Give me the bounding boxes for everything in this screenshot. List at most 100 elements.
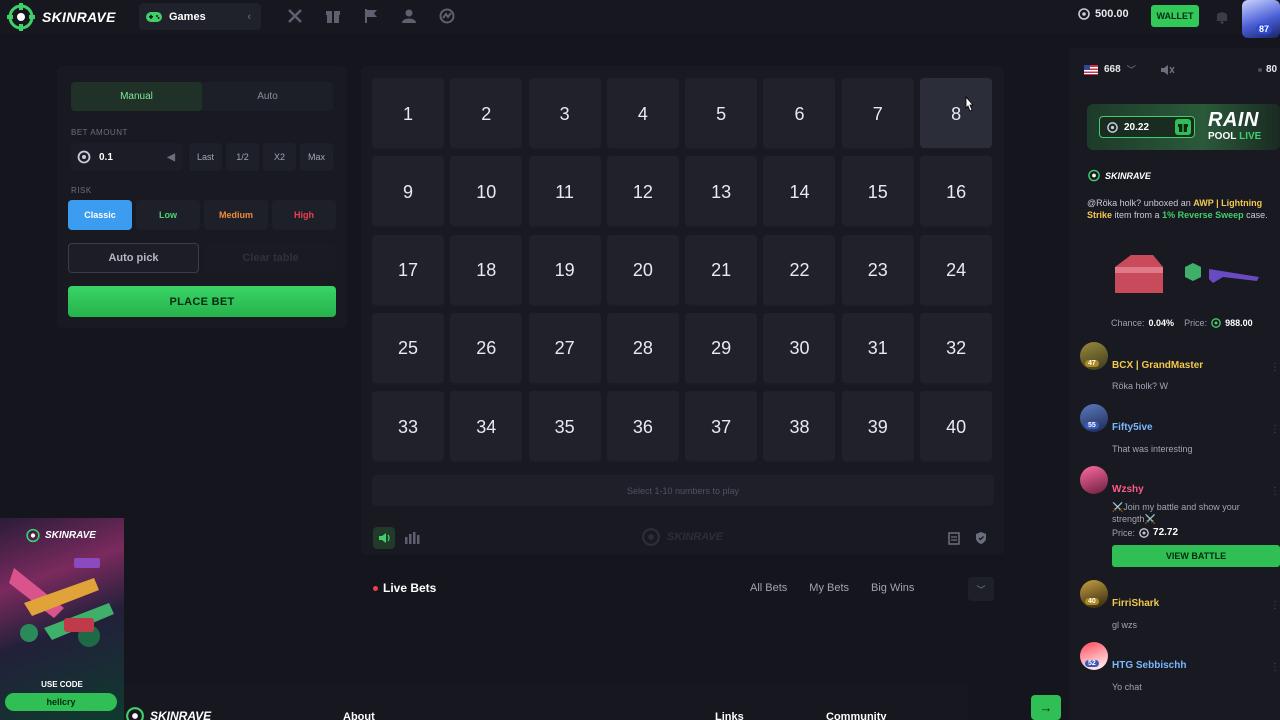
- chat-username[interactable]: FirriShark: [1112, 598, 1159, 609]
- number-cell[interactable]: 7: [841, 78, 914, 150]
- sound-toggle[interactable]: [373, 527, 395, 549]
- more-icon[interactable]: ⋮: [1270, 600, 1280, 611]
- number-cell[interactable]: 27: [528, 312, 601, 385]
- number-cell[interactable]: 23: [841, 234, 914, 307]
- auto-pick-button[interactable]: Auto pick: [68, 243, 199, 273]
- promo-brand: SKINRAVE: [45, 530, 96, 541]
- last-button[interactable]: Last: [189, 143, 222, 171]
- number-cell[interactable]: 11: [528, 156, 601, 229]
- tab-my-bets[interactable]: My Bets: [809, 582, 849, 594]
- number-cell[interactable]: 38: [763, 391, 836, 464]
- number-cell[interactable]: 37: [685, 391, 758, 464]
- risk-high-button[interactable]: High: [272, 200, 336, 230]
- double-button[interactable]: X2: [263, 143, 296, 171]
- avatar[interactable]: [1080, 466, 1108, 494]
- number-cell[interactable]: 8: [920, 78, 993, 150]
- chat-username[interactable]: HTG Sebbischh: [1112, 660, 1186, 671]
- mute-chat-icon[interactable]: [1160, 63, 1175, 82]
- number-cell[interactable]: 21: [685, 234, 758, 307]
- chance-value: 0.04%: [1148, 318, 1175, 328]
- leaderboard-icon[interactable]: [438, 7, 456, 25]
- number-cell[interactable]: 34: [450, 391, 523, 464]
- number-cell[interactable]: 1: [372, 78, 444, 150]
- more-icon[interactable]: ⋮: [1270, 662, 1280, 673]
- user-icon[interactable]: [400, 7, 418, 25]
- number-cell[interactable]: 36: [606, 391, 679, 464]
- more-icon[interactable]: ⋮: [1270, 424, 1280, 435]
- risk-classic-button[interactable]: Classic: [68, 200, 132, 230]
- chat-username[interactable]: Wzshy: [1112, 484, 1144, 495]
- number-cell[interactable]: 10: [450, 156, 523, 229]
- tab-all-bets[interactable]: All Bets: [750, 582, 787, 594]
- chat-username[interactable]: Fifty5ive: [1112, 422, 1153, 433]
- number-cell[interactable]: 28: [606, 312, 679, 385]
- number-cell[interactable]: 15: [841, 156, 914, 229]
- stats-toggle[interactable]: [401, 527, 423, 549]
- number-cell[interactable]: 24: [920, 234, 993, 307]
- games-menu-button[interactable]: Games ‹: [139, 3, 261, 30]
- bets-tabs: All Bets My Bets Big Wins: [750, 582, 914, 594]
- number-cell[interactable]: 3: [528, 78, 601, 150]
- swords-icon[interactable]: [286, 7, 304, 25]
- bet-amount-input[interactable]: 0.1 ◀: [71, 143, 183, 171]
- us-flag-icon: [1084, 64, 1098, 75]
- number-cell[interactable]: 33: [372, 391, 444, 464]
- number-cell[interactable]: 18: [450, 234, 523, 307]
- number-cell[interactable]: 17: [372, 234, 444, 307]
- gift-icon[interactable]: [324, 7, 342, 25]
- number-cell[interactable]: 16: [920, 156, 993, 229]
- more-icon[interactable]: ⋮: [1270, 362, 1280, 373]
- chat-username[interactable]: BCX | GrandMaster: [1112, 360, 1203, 371]
- chat-room-selector[interactable]: 668 ﹀: [1084, 63, 1136, 76]
- risk-low-button[interactable]: Low: [136, 200, 200, 230]
- quick-bet-buttons: Last 1/2 X2 Max: [189, 143, 333, 171]
- number-cell[interactable]: 22: [763, 234, 836, 307]
- user-avatar[interactable]: 87: [1242, 0, 1280, 38]
- site-logo[interactable]: SKINRAVE: [6, 3, 116, 31]
- tab-manual[interactable]: Manual: [71, 82, 202, 111]
- fairness-shield-icon[interactable]: [970, 527, 992, 549]
- clear-table-button[interactable]: Clear table: [205, 243, 336, 273]
- number-cell[interactable]: 5: [685, 78, 758, 150]
- number-cell[interactable]: 31: [841, 312, 914, 385]
- history-icon[interactable]: [943, 527, 965, 549]
- number-cell[interactable]: 32: [920, 312, 993, 385]
- place-bet-button[interactable]: PLACE BET: [68, 286, 336, 317]
- number-cell[interactable]: 20: [606, 234, 679, 307]
- number-cell[interactable]: 9: [372, 156, 444, 229]
- number-cell[interactable]: 2: [450, 78, 523, 150]
- number-cell[interactable]: 4: [606, 78, 679, 150]
- max-button[interactable]: Max: [300, 143, 333, 171]
- collapse-chat-button[interactable]: →: [1031, 695, 1061, 720]
- gift-icon[interactable]: [1175, 119, 1191, 135]
- number-cell[interactable]: 14: [763, 156, 836, 229]
- number-cell[interactable]: 25: [372, 312, 444, 385]
- number-cell[interactable]: 40: [920, 391, 993, 464]
- number-cell[interactable]: 35: [528, 391, 601, 464]
- wallet-button[interactable]: WALLET: [1151, 5, 1199, 27]
- number-cell[interactable]: 19: [528, 234, 601, 307]
- tab-auto[interactable]: Auto: [202, 82, 333, 111]
- decrease-icon[interactable]: ◀: [167, 152, 175, 163]
- risk-medium-button[interactable]: Medium: [204, 200, 268, 230]
- number-cell[interactable]: 29: [685, 312, 758, 385]
- number-cell[interactable]: 13: [685, 156, 758, 229]
- half-button[interactable]: 1/2: [226, 143, 259, 171]
- number-cell[interactable]: 30: [763, 312, 836, 385]
- bell-icon[interactable]: [1214, 8, 1230, 29]
- promo-code-button[interactable]: hellcry: [5, 693, 117, 711]
- promo-banner[interactable]: SKINRAVE: [0, 518, 124, 720]
- view-battle-button[interactable]: VIEW BATTLE: [1112, 545, 1280, 567]
- flag-icon[interactable]: [362, 7, 380, 25]
- skinrave-logo-icon: [126, 707, 144, 720]
- bets-count-dropdown[interactable]: ﹀: [968, 577, 994, 601]
- online-count: 80: [1258, 64, 1277, 75]
- number-cell[interactable]: 12: [606, 156, 679, 229]
- tab-big-wins[interactable]: Big Wins: [871, 582, 914, 594]
- level-badge: 40: [1085, 598, 1099, 605]
- more-icon[interactable]: ⋮: [1270, 486, 1280, 497]
- selection-hint: Select 1-10 numbers to play: [372, 475, 994, 506]
- number-cell[interactable]: 26: [450, 312, 523, 385]
- number-cell[interactable]: 39: [841, 391, 914, 464]
- number-cell[interactable]: 6: [763, 78, 836, 150]
